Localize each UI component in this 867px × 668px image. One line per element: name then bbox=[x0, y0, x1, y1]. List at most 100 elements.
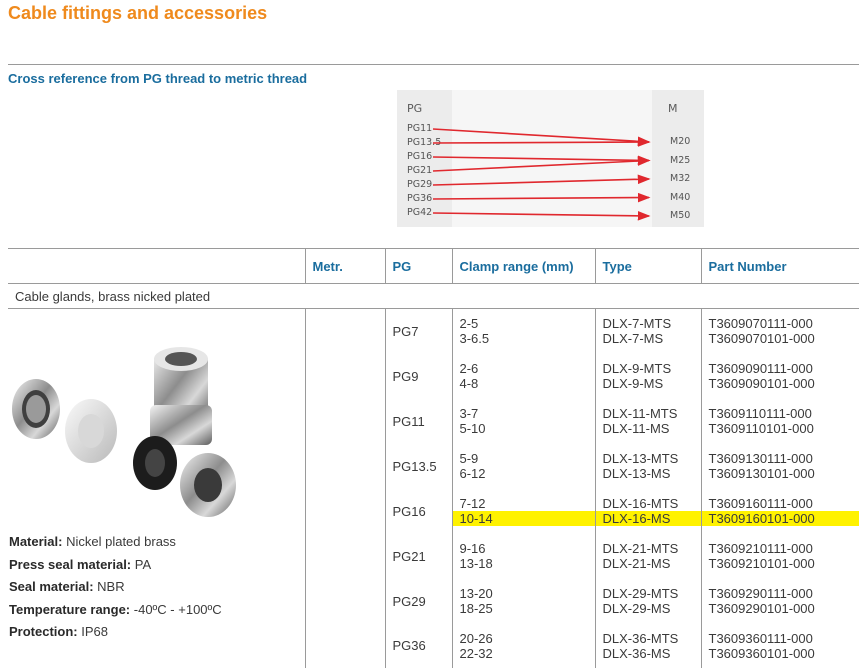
spec-value: IP68 bbox=[81, 624, 108, 639]
pg-cell: PG13.5 bbox=[384, 443, 452, 489]
pg-cell: PG16 bbox=[384, 488, 452, 534]
part-value: T3609210101-000 bbox=[708, 556, 815, 571]
type-value: DLX-29-MS bbox=[602, 601, 671, 616]
cable-gland-photo bbox=[12, 347, 236, 517]
clamp-cell: 5-9 6-12 bbox=[451, 443, 595, 489]
header-pg: PG bbox=[384, 248, 452, 284]
part-value: T3609210111-000 bbox=[708, 541, 813, 556]
clamp-value: 20-26 bbox=[459, 630, 493, 646]
clamp-cell: 7-12 10-14 bbox=[451, 488, 595, 534]
type-value: DLX-13-MS bbox=[602, 466, 671, 481]
type-value: DLX-7-MTS bbox=[602, 316, 672, 332]
clamp-value: 13-18 bbox=[459, 556, 493, 571]
part-cell: T3609360111-000 T3609360101-000 bbox=[700, 623, 859, 668]
type-value: DLX-16-MTS bbox=[602, 496, 679, 511]
clamp-cell: 9-16 13-18 bbox=[451, 533, 595, 579]
part-value: T3609070111-000 bbox=[708, 316, 813, 332]
section-subtitle: Cross reference from PG thread to metric… bbox=[8, 71, 308, 86]
type-cell: DLX-29-MTS DLX-29-MS bbox=[594, 578, 701, 624]
type-value: DLX-29-MTS bbox=[602, 586, 679, 601]
clamp-cell: 13-20 18-25 bbox=[451, 578, 595, 624]
clamp-value: 3-7 bbox=[459, 406, 479, 421]
part-cell: T3609130111-000 T3609130101-000 bbox=[700, 443, 859, 489]
clamp-value: 9-16 bbox=[459, 541, 486, 556]
part-value: T3609290101-000 bbox=[708, 601, 815, 616]
mapping-arrow bbox=[432, 174, 651, 186]
clamp-value: 3-6.5 bbox=[459, 331, 490, 347]
clamp-value: 13-20 bbox=[459, 586, 493, 601]
part-cell: T3609090111-000 T3609090101-000 bbox=[700, 353, 859, 399]
clamp-value: 10-14 bbox=[452, 511, 595, 526]
spec-label: Seal material: bbox=[9, 579, 94, 594]
clamp-value: 5-10 bbox=[459, 421, 486, 436]
section-row: Cable glands, brass nicked plated bbox=[8, 283, 859, 309]
part-value: T3609090111-000 bbox=[708, 361, 813, 376]
type-value: DLX-13-MTS bbox=[602, 451, 679, 466]
product-image-cell: Material: Nickel plated brass Press seal… bbox=[8, 309, 305, 668]
type-value: DLX-21-MTS bbox=[602, 541, 679, 556]
part-value: T3609070101-000 bbox=[708, 331, 815, 347]
mapping-arrow bbox=[432, 155, 651, 166]
pg-cell: PG29 bbox=[384, 578, 452, 624]
section-label: Cable glands, brass nicked plated bbox=[8, 283, 859, 309]
header-blank bbox=[8, 248, 305, 284]
type-value: DLX-21-MS bbox=[602, 556, 671, 571]
type-cell: DLX-13-MTS DLX-13-MS bbox=[594, 443, 701, 489]
part-value: T3609130101-000 bbox=[708, 466, 815, 481]
table-row: Material: Nickel plated brass Press seal… bbox=[8, 308, 859, 668]
clamp-value: 2-5 bbox=[459, 316, 479, 332]
clamp-cell: 3-7 5-10 bbox=[451, 398, 595, 444]
clamp-cell: 2-6 4-8 bbox=[451, 353, 595, 399]
header-part-number: Part Number bbox=[700, 248, 859, 284]
part-value: T3609090101-000 bbox=[708, 376, 815, 391]
type-cell: DLX-11-MTS DLX-11-MS bbox=[594, 398, 701, 444]
type-value: DLX-9-MS bbox=[602, 376, 664, 391]
part-value: T3609160101-000 bbox=[701, 511, 859, 526]
spec-seal: Seal material: NBR bbox=[9, 576, 222, 599]
clamp-cell: 20-26 22-32 bbox=[451, 623, 595, 668]
part-cell: T3609110111-000 T3609110101-000 bbox=[700, 398, 859, 444]
mapping-arrow bbox=[432, 156, 651, 172]
cross-reference-diagram: PG M PG11 PG13.5 PG16 PG21 PG29 PG36 PG42 M20 M… bbox=[397, 90, 704, 227]
pg-cell: PG7 bbox=[384, 308, 452, 354]
spec-value: -40ºC - +100ºC bbox=[133, 601, 222, 617]
type-cell: DLX-7-MTS DLX-7-MS bbox=[594, 308, 701, 354]
mapping-arrow bbox=[432, 211, 651, 221]
spec-value: NBR bbox=[97, 579, 125, 594]
header-type: Type bbox=[594, 248, 701, 284]
pg-cell: PG11 bbox=[384, 398, 452, 444]
product-table: Metr. PG Clamp range (mm) Type Part Numb… bbox=[8, 248, 859, 668]
type-value: DLX-11-MS bbox=[602, 421, 670, 436]
part-value: T3609290111-000 bbox=[708, 586, 813, 601]
part-cell: T3609070111-000 T3609070101-000 bbox=[700, 308, 859, 354]
part-value: T3609110111-000 bbox=[708, 406, 812, 421]
part-value: T3609160111-000 bbox=[708, 496, 813, 511]
clamp-value: 4-8 bbox=[459, 376, 479, 391]
type-value: DLX-36-MS bbox=[602, 645, 671, 661]
spec-label: Protection: bbox=[9, 624, 78, 639]
header-clamp-range: Clamp range (mm) bbox=[451, 248, 595, 284]
metr-cell bbox=[304, 308, 385, 668]
spec-protection: Protection: IP68 bbox=[9, 621, 222, 644]
mapping-arrow bbox=[432, 128, 651, 147]
type-cell: DLX-16-MTS DLX-16-MS bbox=[594, 488, 701, 534]
product-specs: Material: Nickel plated brass Press seal… bbox=[9, 531, 222, 644]
type-value: DLX-9-MTS bbox=[602, 361, 672, 376]
clamp-value: 18-25 bbox=[459, 601, 493, 616]
part-cell: T3609290111-000 T3609290101-000 bbox=[700, 578, 859, 624]
clamp-value: 2-6 bbox=[459, 361, 479, 376]
type-value: DLX-7-MS bbox=[602, 331, 664, 347]
pg-cell: PG21 bbox=[384, 533, 452, 579]
title-divider bbox=[8, 64, 859, 65]
table-header-row: Metr. PG Clamp range (mm) Type Part Numb… bbox=[8, 248, 859, 284]
clamp-value: 7-12 bbox=[459, 496, 486, 511]
clamp-value: 5-9 bbox=[459, 451, 479, 466]
clamp-value: 22-32 bbox=[459, 645, 493, 661]
type-cell: DLX-9-MTS DLX-9-MS bbox=[594, 353, 701, 399]
type-value: DLX-16-MS bbox=[595, 511, 701, 526]
type-cell: DLX-36-MTS DLX-36-MS bbox=[594, 623, 701, 668]
pg-cell: PG36 bbox=[384, 623, 452, 668]
part-value: T3609130111-000 bbox=[708, 451, 813, 466]
spec-label: Temperature range: bbox=[9, 601, 131, 617]
spec-material: Material: Nickel plated brass bbox=[9, 531, 222, 554]
